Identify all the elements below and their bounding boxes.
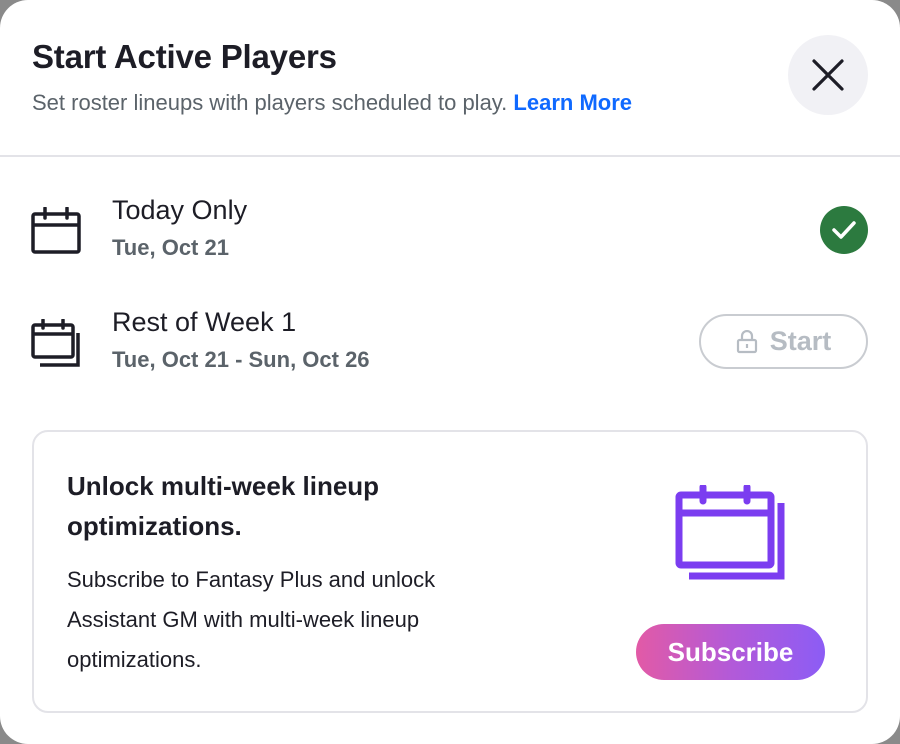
start-active-players-modal: Start Active Players Set roster lineups …	[0, 0, 900, 744]
modal-title: Start Active Players	[32, 38, 337, 75]
subtitle-text: Set roster lineups with players schedule…	[32, 90, 508, 115]
option-title: Today Only	[112, 195, 248, 225]
promo-title: Unlock multi-week lineup optimizations.	[67, 471, 380, 541]
selected-check-badge	[820, 206, 868, 254]
option-today-only[interactable]: Today Only Tue, Oct 21	[0, 195, 900, 285]
fantasy-plus-promo-card: Unlock multi-week lineup optimizations. …	[32, 430, 868, 713]
modal-header: Start Active Players Set roster lineups …	[0, 0, 900, 156]
option-rest-of-week[interactable]: Rest of Week 1 Tue, Oct 21 - Sun, Oct 26…	[0, 307, 900, 397]
option-title: Rest of Week 1	[112, 307, 297, 337]
calendar-icon	[31, 207, 81, 254]
header-divider	[0, 155, 900, 157]
close-button[interactable]	[788, 35, 868, 115]
start-button-label: Start	[769, 326, 832, 356]
lock-icon	[736, 329, 757, 353]
option-date: Tue, Oct 21 - Sun, Oct 26	[112, 347, 370, 372]
subscribe-button[interactable]: Subscribe	[636, 624, 825, 680]
calendar-stack-icon	[675, 485, 785, 580]
option-date: Tue, Oct 21	[112, 235, 229, 260]
start-button[interactable]: Start	[699, 314, 868, 369]
checkmark-icon	[832, 221, 856, 239]
promo-body: Subscribe to Fantasy Plus and unlock Ass…	[67, 567, 436, 672]
learn-more-link[interactable]: Learn More	[513, 90, 632, 115]
modal-subtitle: Set roster lineups with players schedule…	[32, 90, 632, 116]
calendar-stack-icon	[31, 319, 80, 367]
close-icon	[812, 59, 844, 91]
